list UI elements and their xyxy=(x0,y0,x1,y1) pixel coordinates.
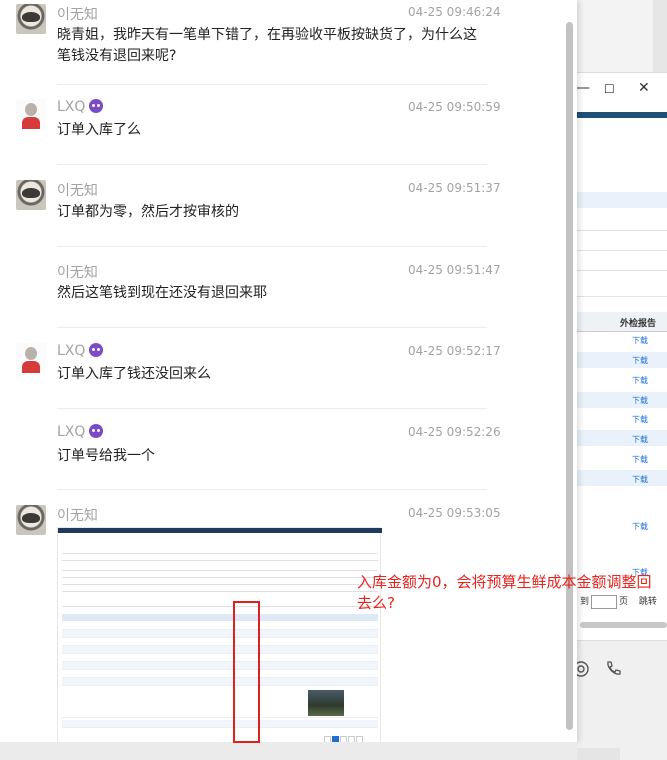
message-timestamp: 04-25 09:51:37 xyxy=(408,181,501,195)
avatar[interactable] xyxy=(16,180,46,210)
download-link[interactable]: 下载 xyxy=(632,355,648,366)
message-text: 晓青姐，我昨天有一笔单下错了，在再验收平板按缺货了，为什么这笔钱没有退回来呢? xyxy=(57,27,477,64)
download-link[interactable]: 下载 xyxy=(632,454,648,465)
table-row xyxy=(568,392,667,408)
message-timestamp: 04-25 09:52:26 xyxy=(408,425,501,439)
sender-name: 이无知 xyxy=(57,508,98,524)
message-text: 订单入库了么 xyxy=(57,122,141,138)
message-text: 订单入库了钱还没回来么 xyxy=(57,366,211,382)
minimize-icon[interactable]: — xyxy=(576,80,590,96)
message-text: 订单都为零，然后才按审核的 xyxy=(57,204,239,220)
screenshot-row xyxy=(62,638,378,646)
annotation-text: 入库金额为0，会将预算生鲜成本金额调整回去么? xyxy=(357,573,652,612)
sender-name: 이无知 xyxy=(57,265,98,281)
screenshot-table-header xyxy=(62,614,378,621)
table-header: 外检报告 xyxy=(568,312,667,332)
download-link[interactable]: 下载 xyxy=(632,474,648,485)
screenshot-line xyxy=(62,584,378,585)
horizontal-scrollbar[interactable] xyxy=(580,622,667,628)
table-row xyxy=(568,470,667,486)
message-timestamp: 04-25 09:53:05 xyxy=(408,506,501,520)
download-link[interactable]: 下载 xyxy=(632,335,648,346)
highlight-box xyxy=(233,601,260,743)
download-link[interactable]: 下载 xyxy=(632,434,648,445)
avatar[interactable] xyxy=(16,4,46,34)
window-header-bar xyxy=(568,112,667,118)
avatar[interactable] xyxy=(16,99,46,129)
screenshot-row xyxy=(62,622,378,630)
chat-history-panel: 이无知 04-25 09:46:24 晓青姐，我昨天有一笔单下错了，在再验收平板… xyxy=(0,0,577,742)
emoji-face-icon xyxy=(89,99,104,113)
screenshot-line xyxy=(62,591,378,592)
message-timestamp: 04-25 09:52:17 xyxy=(408,344,501,358)
screenshot-row xyxy=(62,654,378,662)
sender-name: 이无知 xyxy=(57,7,98,23)
divider xyxy=(568,250,667,251)
emoji-face-icon xyxy=(89,424,104,438)
chat-scrollbar[interactable] xyxy=(566,22,573,730)
message-divider xyxy=(57,327,487,328)
sender-name: LXQ xyxy=(57,99,104,115)
screenshot-row xyxy=(62,630,378,638)
screenshot-line xyxy=(62,577,378,578)
message-divider xyxy=(57,489,487,490)
background-window-edge xyxy=(653,0,667,72)
download-link[interactable]: 下载 xyxy=(632,375,648,386)
message-divider xyxy=(57,84,487,85)
screenshot-line xyxy=(62,553,378,554)
maximize-icon[interactable]: ☐ xyxy=(604,82,615,96)
close-icon[interactable]: ✕ xyxy=(638,80,650,96)
filter-row xyxy=(568,192,667,208)
screenshot-product-thumbnail xyxy=(308,690,344,716)
message-timestamp: 04-25 09:51:47 xyxy=(408,263,501,277)
screenshot-image-message[interactable] xyxy=(57,527,382,742)
column-header-inspection-report: 外检报告 xyxy=(620,319,657,329)
screenshot-row xyxy=(62,670,378,678)
avatar[interactable] xyxy=(16,343,46,373)
download-link[interactable]: 下载 xyxy=(632,395,648,406)
message-text: 订单号给我一个 xyxy=(57,448,155,464)
avatar[interactable] xyxy=(16,505,46,535)
divider xyxy=(568,230,667,231)
table-row xyxy=(568,430,667,446)
screenshot-row xyxy=(62,662,378,670)
screenshot-line xyxy=(62,560,378,561)
emoji-face-icon xyxy=(89,343,104,357)
sender-name: 이无知 xyxy=(57,183,98,199)
divider xyxy=(568,270,667,271)
table-row xyxy=(568,352,667,368)
chat-bottom-edge xyxy=(0,742,577,760)
screenshot-row xyxy=(62,678,378,686)
download-link[interactable]: 下载 xyxy=(632,521,648,532)
sender-name: LXQ xyxy=(57,343,104,359)
screenshot-header-bar xyxy=(58,528,382,533)
sender-name: LXQ xyxy=(57,424,104,440)
screenshot-line xyxy=(62,606,378,607)
screenshot-row xyxy=(62,646,378,654)
phone-icon[interactable] xyxy=(604,660,622,678)
screenshot-line xyxy=(62,570,378,571)
message-divider xyxy=(57,408,487,409)
message-divider xyxy=(57,164,487,165)
message-timestamp: 04-25 09:46:24 xyxy=(408,5,501,19)
divider xyxy=(568,296,667,297)
message-divider xyxy=(57,246,487,247)
message-text: 然后这笔钱到现在还没有退回来耶 xyxy=(57,285,267,301)
download-link[interactable]: 下载 xyxy=(632,414,648,425)
message-timestamp: 04-25 09:50:59 xyxy=(408,100,501,114)
screenshot-row xyxy=(62,720,378,728)
